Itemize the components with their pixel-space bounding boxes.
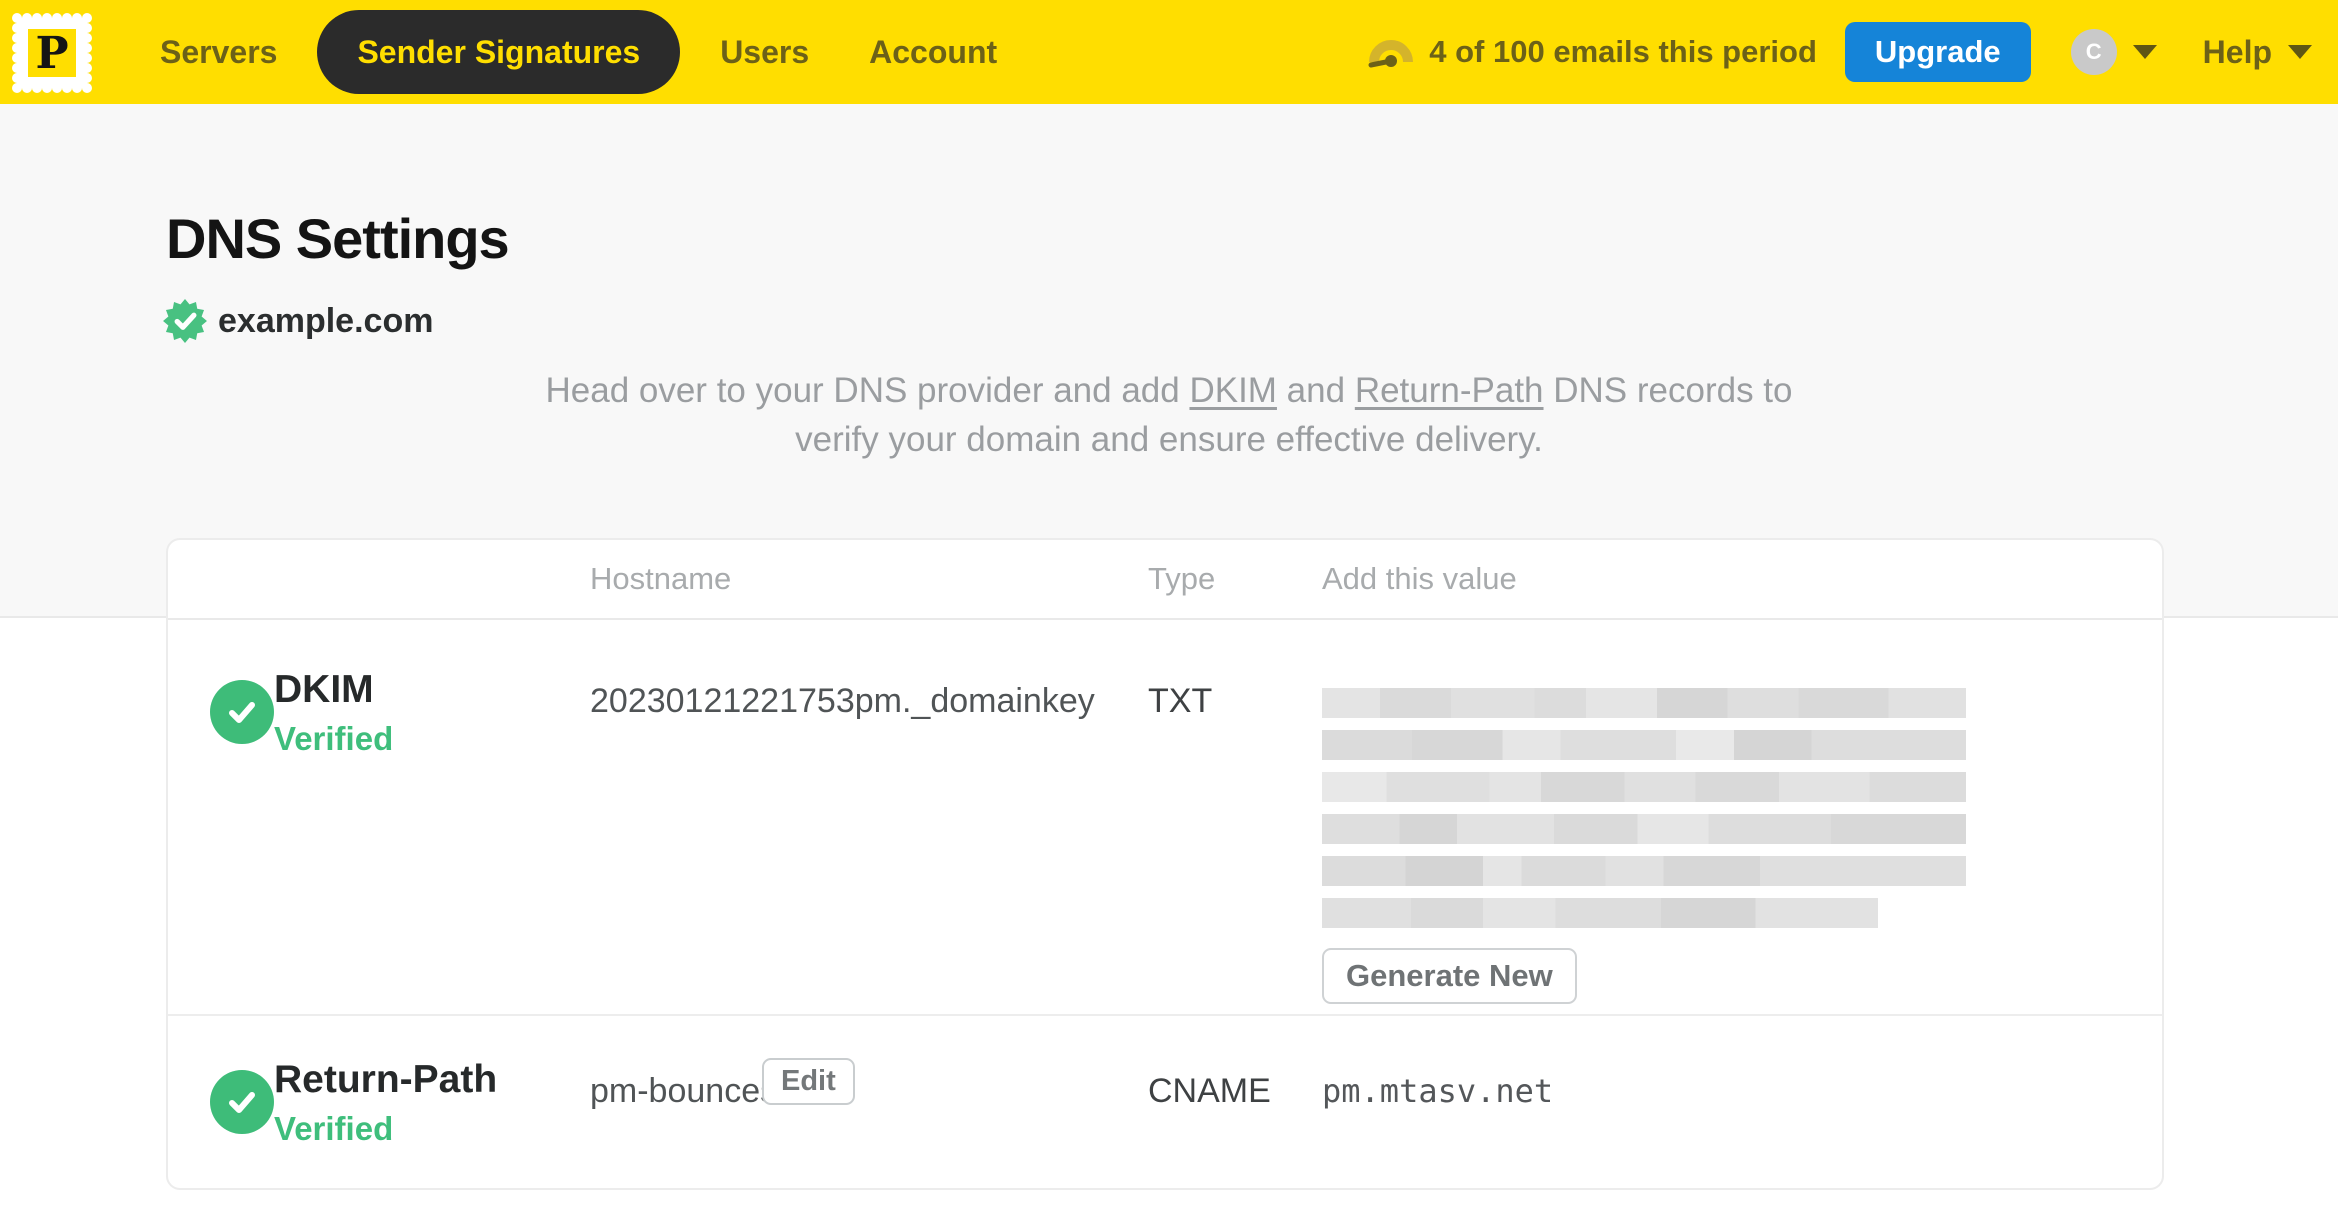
redacted-value-line [1322,772,1966,802]
record-type: CNAME [1148,1072,1271,1110]
nav-item-users[interactable]: Users [700,34,829,71]
dkim-link[interactable]: DKIM [1189,371,1277,410]
avatar[interactable]: C [2070,29,2117,75]
intro-part1: Head over to your DNS provider and add [545,371,1190,410]
verified-seal-icon [163,299,207,343]
record-hostname: pm-bounces [590,1072,778,1110]
record-type: TXT [1148,682,1213,720]
main-content: DNS Settings example.com Head over to yo… [0,104,2338,1222]
nav-item-servers[interactable]: Servers [140,34,297,71]
nav-item-account[interactable]: Account [849,34,1017,71]
return-path-link[interactable]: Return-Path [1355,371,1544,410]
generate-new-button[interactable]: Generate New [1322,948,1577,1004]
help-menu[interactable]: Help [2203,34,2312,71]
help-label: Help [2202,33,2272,70]
usage-gauge-icon [1368,40,1414,68]
chevron-down-icon [2132,45,2157,59]
dns-records-table: Hostname Type Add this value DKIM Verifi… [166,538,2164,1190]
account-menu[interactable]: C [2070,29,2157,75]
chevron-down-icon [2288,45,2312,59]
page-title: DNS Settings [166,207,510,270]
nav-right-group: 4 of 100 emails this period Upgrade C He… [1367,22,2312,82]
redacted-value-line [1322,814,1966,844]
table-header-row: Hostname Type Add this value [168,540,2162,620]
verified-check-icon [210,680,274,744]
column-header-hostname: Hostname [590,561,732,596]
column-header-type: Type [1148,561,1216,596]
status-badge: Verified [274,720,394,757]
edit-hostname-button[interactable]: Edit [762,1058,855,1105]
domain-name: example.com [218,301,434,340]
status-badge: Verified [274,1110,394,1147]
logo-letter: P [35,28,68,79]
redacted-value-line [1322,688,1966,718]
redacted-value-line [1322,898,1878,928]
usage-counter: 4 of 100 emails this period [1429,34,1817,69]
record-name: DKIM [274,668,374,711]
intro-text: Head over to your DNS provider and add D… [499,366,1839,464]
primary-nav: Servers Sender Signatures Users Account [140,10,1037,94]
verified-check-icon [210,1070,274,1134]
redacted-value-line [1322,856,1966,886]
row-divider [168,1014,2162,1016]
upgrade-button[interactable]: Upgrade [1844,22,2031,82]
postmark-logo-icon[interactable]: P [8,9,96,97]
record-value: pm.mtasv.net [1322,1072,1554,1110]
redacted-dkim-value [1322,688,1966,940]
redacted-value-line [1322,730,1966,760]
record-hostname: 20230121221753pm._domainkey [590,682,1095,720]
intro-part2: and [1276,371,1355,410]
record-name: Return-Path [274,1058,498,1101]
top-navigation-bar: P Servers Sender Signatures Users Accoun… [0,0,2338,104]
domain-row: example.com [162,298,433,344]
column-header-value: Add this value [1322,561,1517,596]
nav-item-sender-signatures[interactable]: Sender Signatures [317,10,681,94]
